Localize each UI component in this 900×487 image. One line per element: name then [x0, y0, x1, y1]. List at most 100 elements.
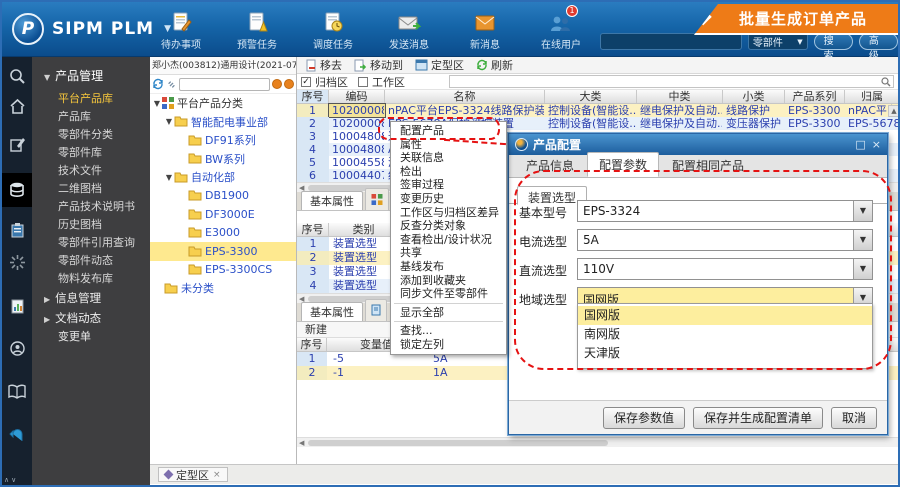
tree-node-series[interactable]: DF91系列	[150, 131, 296, 150]
menu-item-view-checkout-status[interactable]: 查看检出/设计状况	[391, 233, 506, 247]
menu-item-sync-files[interactable]: 同步文件至零部件	[391, 287, 506, 301]
close-icon[interactable]: ×	[213, 470, 221, 480]
tree-node-series[interactable]: DF3000E	[150, 205, 296, 224]
dropdown-option[interactable]: 天津版	[578, 344, 872, 363]
refresh-icon[interactable]	[152, 78, 164, 90]
tree-node-uncategorized[interactable]: 未分类	[150, 279, 296, 298]
menu-item-reverse-lookup[interactable]: 反查分类对象	[391, 219, 506, 233]
new-message-button[interactable]: 新消息	[456, 9, 514, 51]
context-selector[interactable]: 郑小杰(003812)通用设计(2021-07 ▼	[150, 57, 296, 75]
undo-arrow-icon[interactable]	[2, 421, 32, 451]
scroll-left-arrow[interactable]: ◀	[299, 439, 304, 447]
horizontal-scrollbar[interactable]: ◀	[297, 437, 898, 447]
close-icon[interactable]: ×	[872, 138, 881, 151]
tree-filter-input[interactable]	[179, 77, 270, 91]
edit-icon[interactable]	[2, 129, 32, 159]
triangle-down-icon[interactable]: ▼	[164, 117, 174, 126]
menu-item-properties[interactable]: 属性	[391, 138, 506, 152]
menu-item-configure-product[interactable]: 配置产品	[391, 124, 506, 138]
tab-doc-icon[interactable]	[365, 299, 387, 321]
tree-node-dept[interactable]: ▼ 自动化部	[150, 168, 296, 187]
menu-item-share[interactable]: 共享	[391, 246, 506, 260]
archive-checkbox[interactable]: ✓	[301, 76, 311, 87]
nav-item-material-release[interactable]: 物料发布库	[32, 270, 150, 288]
menu-item-approval-process[interactable]: 签审过程	[391, 178, 506, 192]
tree-node-series-selected[interactable]: EPS-3300	[150, 242, 296, 261]
database-icon[interactable]	[2, 173, 32, 207]
refresh-button[interactable]: 刷新	[472, 57, 517, 73]
scrollbar-thumb[interactable]	[308, 439, 609, 446]
nav-section-product-mgmt[interactable]: ▼ 产品管理	[32, 57, 150, 90]
base-model-combobox[interactable]: EPS-3324 ▼	[577, 200, 873, 222]
tab-basic-attributes[interactable]: 基本属性	[301, 191, 363, 210]
nav-item-change-order[interactable]: 变更单	[32, 328, 150, 346]
link-icon[interactable]	[166, 79, 177, 90]
chevron-down-icon[interactable]: ▼	[853, 230, 872, 250]
advanced-search-button[interactable]: 高级	[858, 33, 898, 62]
home-icon[interactable]	[2, 91, 32, 121]
table-search-input[interactable]	[449, 75, 894, 88]
selected-cell[interactable]: 102000085	[328, 103, 386, 118]
nav-item-2d-drawings[interactable]: 二维图档	[32, 180, 150, 198]
send-message-button[interactable]: 发送消息	[380, 9, 438, 51]
current-type-combobox[interactable]: 5A ▼	[577, 229, 873, 251]
nav-item-tech-manual[interactable]: 产品技术说明书	[32, 198, 150, 216]
tree-node-series[interactable]: E3000	[150, 224, 296, 243]
sync-icon[interactable]	[2, 247, 32, 277]
report-icon[interactable]	[2, 291, 32, 321]
chevron-down-icon[interactable]: ▼	[853, 201, 872, 221]
tab-config-params[interactable]: 配置参数	[587, 152, 660, 177]
nav-item-tech-docs[interactable]: 技术文件	[32, 162, 150, 180]
tab-product-info[interactable]: 产品信息	[515, 154, 585, 177]
menu-item-baseline-release[interactable]: 基线发布	[391, 260, 506, 274]
save-params-button[interactable]: 保存参数值	[602, 406, 685, 429]
cancel-button[interactable]: 取消	[830, 406, 877, 429]
save-and-generate-button[interactable]: 保存并生成配置清单	[692, 406, 823, 429]
menu-item-change-history[interactable]: 变更历史	[391, 192, 506, 206]
menu-item-checkout[interactable]: 检出	[391, 165, 506, 179]
app-logo[interactable]: P SIPM PLM ▼	[12, 13, 171, 45]
menu-item-lock-left-column[interactable]: 锁定左列	[391, 338, 506, 352]
search-button[interactable]: 搜索	[813, 33, 853, 62]
alert-tasks-button[interactable]: 预警任务	[228, 9, 286, 51]
nav-item-part-ref-query[interactable]: 零部件引用查询	[32, 234, 150, 252]
nav-section-doc-activity[interactable]: ▶ 文档动态	[32, 308, 150, 328]
batch-generate-banner[interactable]: 批量生成订单产品	[694, 4, 898, 35]
nav-item-platform-product-lib[interactable]: 平台产品库	[32, 90, 150, 108]
dispatch-tasks-button[interactable]: 调度任务	[304, 9, 362, 51]
clipboard-icon[interactable]	[2, 215, 32, 245]
table-row[interactable]: 1 102000085 nPAC平台EPS-3324线路保护装置 控制设备(智能…	[297, 103, 898, 118]
scroll-up-arrow[interactable]: ▲	[888, 105, 898, 117]
nav-item-part-lib[interactable]: 零部件库	[32, 144, 150, 162]
menu-item-find[interactable]: 查找...	[391, 324, 506, 338]
menu-item-related-info[interactable]: 关联信息	[391, 151, 506, 165]
nav-item-part-activity[interactable]: 零部件动态	[32, 252, 150, 270]
todo-tasks-button[interactable]: 待办事项	[152, 9, 210, 51]
dialog-titlebar[interactable]: 产品配置 □ ×	[509, 134, 887, 155]
nav-section-info-mgmt[interactable]: ▶ 信息管理	[32, 288, 150, 308]
tree-node-root[interactable]: ▼ 平台产品分类	[150, 94, 296, 113]
dc-type-combobox[interactable]: 110V ▼	[577, 258, 873, 280]
tree-node-series[interactable]: DB1900	[150, 187, 296, 206]
table-row[interactable]: 2 102000084 EPS-5678A保护测控装置 控制设备(智能设... …	[297, 117, 898, 130]
zone-button[interactable]: 定型区	[411, 57, 468, 73]
tab-config-same-products[interactable]: 配置相同产品	[661, 154, 755, 177]
remove-button[interactable]: 移去	[301, 57, 346, 73]
tree-filter-prev-button[interactable]	[272, 79, 282, 89]
tree-node-series[interactable]: BW系列	[150, 150, 296, 169]
triangle-down-icon[interactable]: ▼	[164, 173, 174, 182]
headset-icon[interactable]	[2, 333, 32, 363]
online-users-button[interactable]: 1 在线用户	[532, 5, 590, 51]
nav-item-history-drawings[interactable]: 历史图档	[32, 216, 150, 234]
tab-classification-attributes[interactable]	[365, 188, 389, 210]
triangle-down-icon[interactable]: ▼	[152, 99, 162, 108]
search-category-select[interactable]: 零部件 ▼	[747, 33, 808, 50]
sipm-search-icon[interactable]	[2, 61, 32, 91]
maximize-icon[interactable]: □	[855, 138, 865, 151]
tree-filter-next-button[interactable]	[284, 79, 294, 89]
menu-item-workspace-diff[interactable]: 工作区与归档区差异	[391, 206, 506, 220]
nav-item-product-lib[interactable]: 产品库	[32, 108, 150, 126]
menu-item-add-to-favorites[interactable]: 添加到收藏夹	[391, 274, 506, 288]
footer-tab-zone[interactable]: 定型区 ×	[158, 467, 228, 482]
chevron-down-icon[interactable]: ▼	[853, 259, 872, 279]
